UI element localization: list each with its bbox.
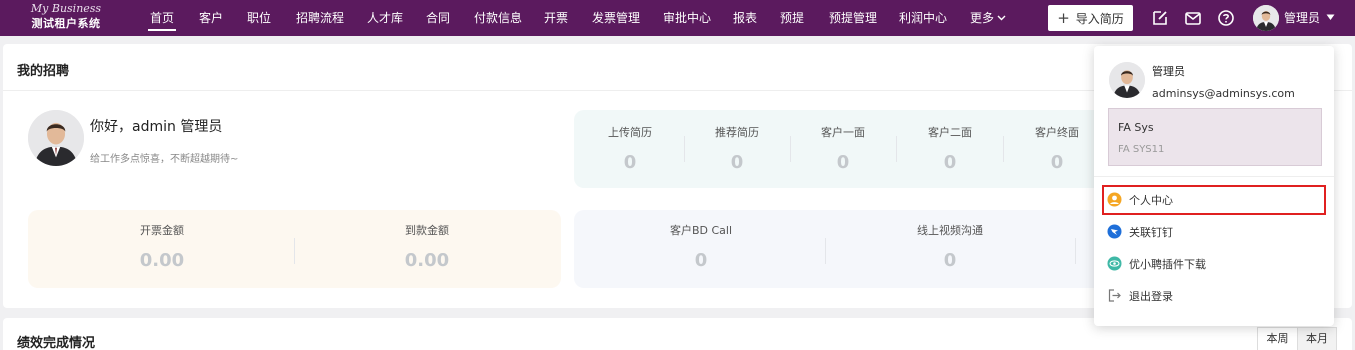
avatar	[28, 110, 84, 166]
person-avatar-icon	[28, 110, 84, 166]
stat-bd-call[interactable]: 客户BD Call 0	[641, 222, 761, 271]
divider	[1094, 176, 1334, 177]
nav-positions[interactable]: 职位	[247, 0, 271, 36]
user-circle-icon	[1107, 192, 1122, 207]
stat-value: 0	[836, 152, 850, 173]
stat-label: 客户BD Call	[669, 224, 733, 237]
divider	[684, 136, 685, 162]
divider	[1003, 136, 1004, 162]
stat-upload-resume[interactable]: 上传简历 0	[590, 124, 670, 173]
user-avatar[interactable]	[1253, 5, 1279, 31]
nav-approval-center[interactable]: 审批中心	[663, 0, 711, 36]
menu-item-plugin-download[interactable]: 优小聘插件下载	[1104, 251, 1324, 277]
divider	[1075, 238, 1076, 264]
stat-value: 0	[943, 152, 957, 173]
stat-label: 客户二面	[928, 126, 972, 139]
divider	[825, 238, 826, 264]
avatar	[1109, 62, 1145, 98]
stat-label: 客户终面	[1035, 126, 1079, 139]
dropdown-user-email: adminsys@adminsys.com	[1152, 87, 1295, 100]
caret-down-icon[interactable]	[1326, 14, 1335, 21]
stat-value: 0	[730, 152, 744, 173]
period-week-button[interactable]: 本周	[1257, 327, 1298, 350]
nav-payments[interactable]: 付款信息	[474, 0, 522, 36]
menu-item-personal-center[interactable]: 个人中心	[1102, 185, 1326, 215]
nav-reports[interactable]: 报表	[733, 0, 757, 36]
app-logo[interactable]: My Business 测试租户系统	[30, 2, 102, 31]
stat-value: 0	[943, 250, 957, 271]
nav-profit-center[interactable]: 利润中心	[899, 0, 947, 36]
greeting-text: 你好，admin 管理员	[90, 119, 223, 135]
menu-item-label: 退出登录	[1129, 290, 1173, 303]
period-month-button[interactable]: 本月	[1297, 327, 1337, 350]
stat-value: 0	[1050, 152, 1064, 173]
stat-recommend-resume[interactable]: 推荐简历 0	[697, 124, 777, 173]
menu-item-logout[interactable]: 退出登录	[1104, 283, 1324, 309]
top-nav-bar: My Business 测试租户系统 首页 客户 职位 招聘流程 人才库 合同 …	[0, 0, 1355, 36]
menu-item-label: 关联钉钉	[1129, 226, 1173, 239]
greeting-subtitle: 给工作多点惊喜，不断超越期待~	[90, 154, 239, 165]
stat-first-interview[interactable]: 客户一面 0	[803, 124, 883, 173]
nav-more-label: 更多	[970, 11, 995, 25]
nav-home[interactable]: 首页	[147, 0, 177, 36]
nav-invoice-manage[interactable]: 发票管理	[592, 0, 640, 36]
stat-label: 线上视频沟通	[917, 224, 983, 237]
mail-icon[interactable]	[1184, 9, 1202, 27]
user-name-label[interactable]: 管理员	[1284, 0, 1320, 36]
nav-invoicing[interactable]: 开票	[544, 0, 568, 36]
stat-invoice-amount[interactable]: 开票金额 0.00	[112, 222, 212, 271]
nav-accrual[interactable]: 预提	[780, 0, 804, 36]
help-icon[interactable]	[1217, 9, 1235, 27]
stat-label: 客户一面	[821, 126, 865, 139]
stat-label: 到款金额	[405, 224, 449, 237]
divider	[294, 238, 295, 264]
user-dropdown-menu: 管理员 adminsys@adminsys.com FA Sys FA SYS1…	[1094, 46, 1334, 326]
panel-title: 绩效完成情况	[17, 336, 96, 350]
logo-text-cn: 测试租户系统	[31, 17, 101, 30]
nav-accrual-manage[interactable]: 预提管理	[829, 0, 877, 36]
import-resume-label: 导入简历	[1075, 12, 1124, 26]
nav-recruit-flow[interactable]: 招聘流程	[296, 0, 344, 36]
chevron-down-icon	[997, 15, 1006, 21]
stat-label: 上传简历	[608, 126, 652, 139]
nav-more[interactable]: 更多	[970, 0, 1006, 36]
stat-second-interview[interactable]: 客户二面 0	[910, 124, 990, 173]
stat-value: 0.00	[404, 250, 450, 271]
person-avatar-icon	[1109, 62, 1145, 98]
edit-icon[interactable]	[1151, 9, 1169, 27]
plus-icon: +	[1057, 9, 1070, 27]
stat-value: 0	[694, 250, 708, 271]
menu-item-dingtalk[interactable]: 关联钉钉	[1104, 219, 1324, 245]
logo-text-en: My Business	[30, 2, 102, 15]
stat-received-amount[interactable]: 到款金额 0.00	[377, 222, 477, 271]
stat-label: 开票金额	[140, 224, 184, 237]
dingtalk-icon	[1107, 224, 1122, 239]
tenant-name: FA Sys	[1118, 121, 1154, 134]
import-resume-button[interactable]: + 导入简历	[1048, 5, 1133, 31]
divider	[896, 136, 897, 162]
stat-final-interview[interactable]: 客户终面 0	[1017, 124, 1097, 173]
tenant-code: FA SYS11	[1118, 144, 1165, 155]
person-avatar-icon	[1253, 5, 1279, 31]
divider	[790, 136, 791, 162]
logout-icon	[1108, 289, 1121, 302]
nav-customers[interactable]: 客户	[199, 0, 223, 36]
panel-title: 我的招聘	[17, 64, 70, 79]
tenant-card[interactable]: FA Sys FA SYS11	[1108, 108, 1322, 166]
plugin-icon	[1107, 256, 1122, 271]
stat-value: 0	[623, 152, 637, 173]
stat-value: 0.00	[139, 250, 185, 271]
stat-label: 推荐简历	[715, 126, 759, 139]
menu-item-label: 优小聘插件下载	[1129, 258, 1206, 271]
nav-talent-pool[interactable]: 人才库	[367, 0, 403, 36]
stat-video-call[interactable]: 线上视频沟通 0	[890, 222, 1010, 271]
dropdown-user-name: 管理员	[1152, 65, 1185, 78]
menu-item-label: 个人中心	[1129, 194, 1173, 207]
nav-contracts[interactable]: 合同	[426, 0, 450, 36]
